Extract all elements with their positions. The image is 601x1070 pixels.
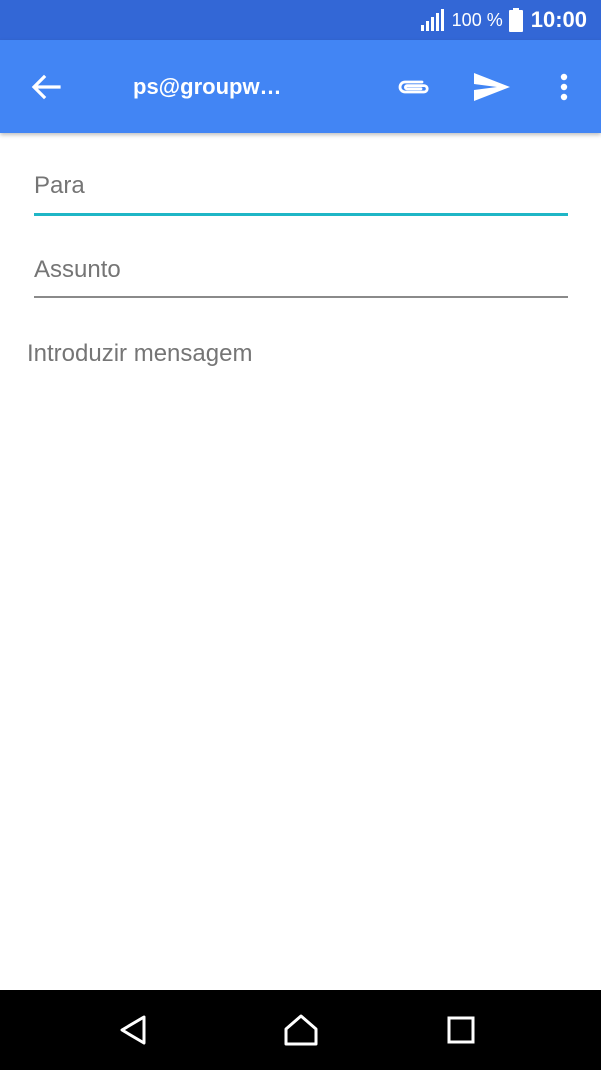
nav-home-icon [284, 1014, 318, 1046]
app-bar: ps@groupw… [0, 40, 601, 133]
nav-back-button[interactable] [103, 990, 163, 1070]
message-placeholder: Introduzir mensagem [27, 340, 253, 367]
nav-recent-button[interactable] [431, 990, 491, 1070]
subject-field-underline [34, 296, 568, 298]
subject-placeholder: Assunto [34, 256, 121, 283]
more-vert-icon [560, 73, 568, 100]
attach-button[interactable] [388, 40, 440, 133]
account-title: ps@groupw… [133, 74, 282, 99]
status-indicators: 100 % 10:00 [420, 0, 587, 40]
subject-field[interactable]: Assunto [34, 244, 568, 298]
clock: 10:00 [530, 7, 587, 32]
nav-recent-icon [447, 1016, 475, 1044]
navigation-bar [0, 990, 601, 1070]
signal-icon [420, 9, 444, 31]
send-button[interactable] [466, 40, 518, 133]
back-arrow-icon [31, 74, 61, 99]
status-bar: 100 % 10:00 [0, 0, 601, 40]
message-body-field[interactable]: Introduzir mensagem [27, 340, 567, 940]
to-field-underline [34, 213, 568, 216]
paperclip-icon [398, 80, 429, 93]
send-icon [474, 72, 510, 101]
battery-percent: 100 % [451, 9, 503, 30]
battery-icon [508, 8, 523, 32]
back-button[interactable] [18, 40, 74, 133]
to-field[interactable]: Para [34, 160, 568, 216]
to-placeholder: Para [34, 172, 85, 199]
more-options-button[interactable] [548, 40, 580, 133]
nav-back-icon [120, 1015, 146, 1045]
nav-home-button[interactable] [271, 990, 331, 1070]
